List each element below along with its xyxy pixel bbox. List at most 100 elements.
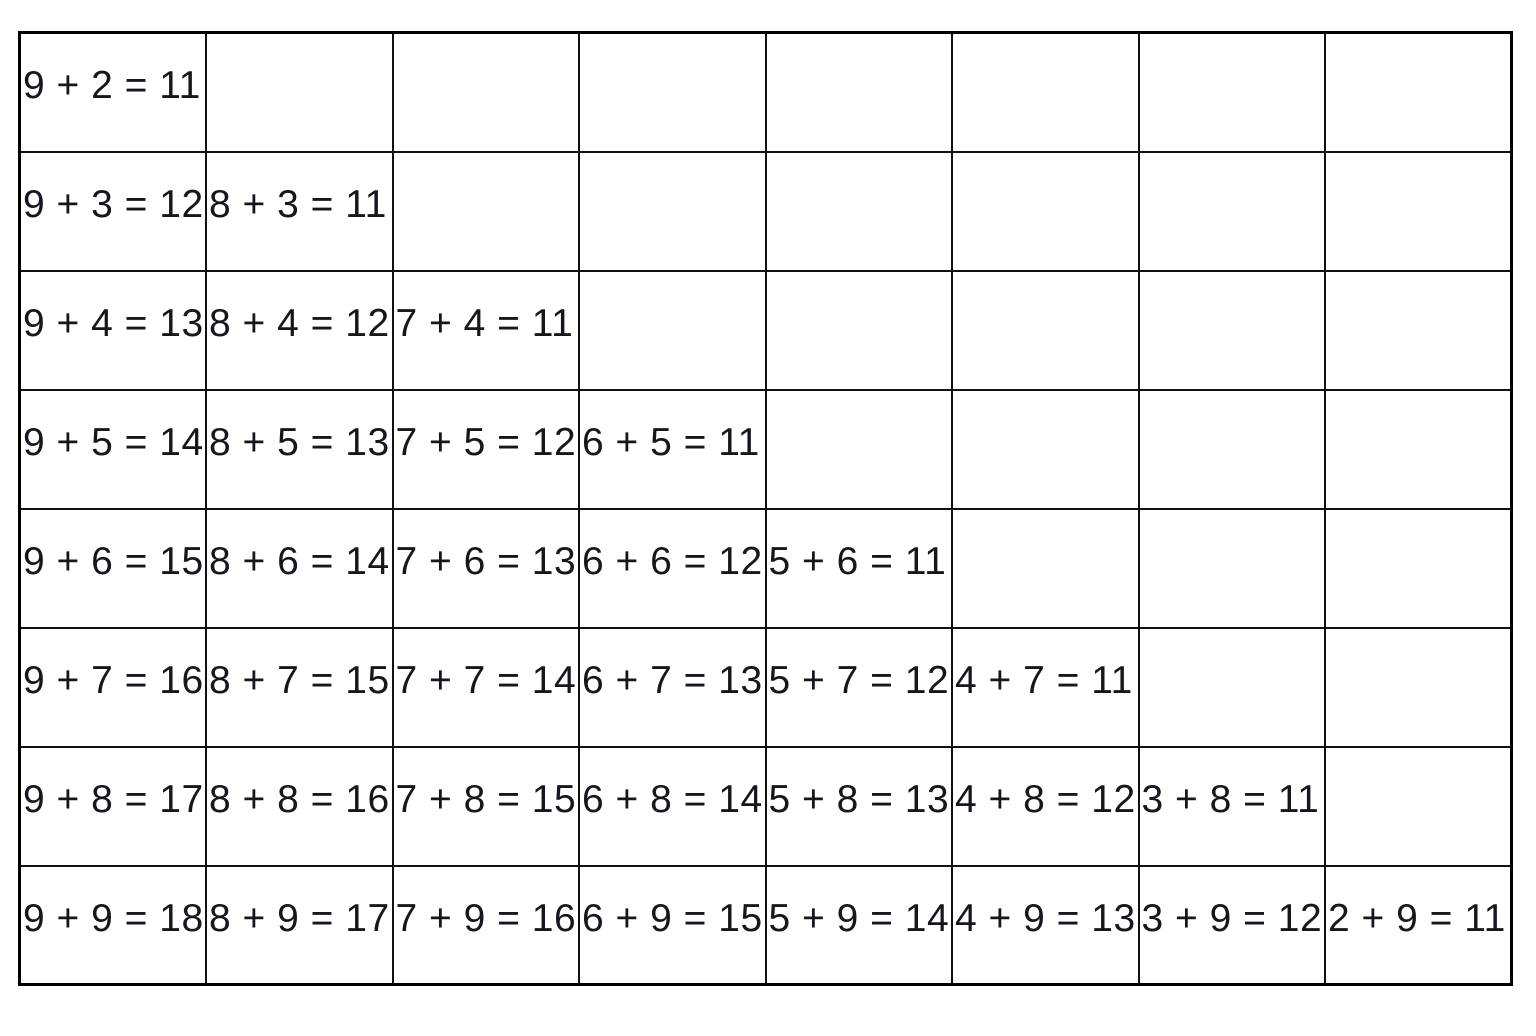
fact-cell-r5c5[interactable]: 5 + 6 = 11 bbox=[764, 507, 953, 629]
fact-cell-r3c5[interactable] bbox=[764, 269, 953, 391]
fact-cell-r3c6[interactable] bbox=[951, 269, 1140, 391]
fact-text: 7 + 9 = 16 bbox=[395, 896, 577, 940]
fact-cell-r4c7[interactable] bbox=[1137, 388, 1326, 510]
fact-cell-r2c3[interactable] bbox=[391, 150, 580, 272]
fact-text: 8 + 4 = 12 bbox=[209, 301, 390, 345]
fact-text: 3 + 9 = 12 bbox=[1141, 896, 1323, 940]
fact-text: 7 + 5 = 12 bbox=[395, 420, 577, 464]
fact-cell-r2c7[interactable] bbox=[1137, 150, 1326, 272]
fact-text: 6 + 6 = 12 bbox=[582, 539, 763, 583]
fact-cell-r6c5[interactable]: 5 + 7 = 12 bbox=[764, 626, 953, 748]
fact-text: 2 + 9 = 11 bbox=[1328, 896, 1506, 940]
fact-cell-r4c4[interactable]: 6 + 5 = 11 bbox=[578, 388, 767, 510]
fact-cell-r4c2[interactable]: 8 + 5 = 13 bbox=[205, 388, 394, 510]
fact-cell-r3c2[interactable]: 8 + 4 = 12 bbox=[205, 269, 394, 391]
fact-cell-r2c5[interactable] bbox=[764, 150, 953, 272]
fact-cell-r5c4[interactable]: 6 + 6 = 12 bbox=[578, 507, 767, 629]
addition-facts-grid-body: 9 + 2 = 11 9 + 3 = 12 8 + 3 = 11 9 + 4 =… bbox=[18, 31, 1513, 986]
fact-cell-r7c6[interactable]: 4 + 8 = 12 bbox=[951, 745, 1140, 867]
fact-cell-r1c1[interactable]: 9 + 2 = 11 bbox=[18, 31, 207, 153]
fact-cell-r4c8[interactable] bbox=[1324, 388, 1513, 510]
fact-cell-r2c8[interactable] bbox=[1324, 150, 1513, 272]
fact-cell-r2c4[interactable] bbox=[578, 150, 767, 272]
fact-text: 5 + 9 = 14 bbox=[768, 896, 950, 940]
fact-text: 9 + 7 = 16 bbox=[23, 658, 204, 702]
table-row: 9 + 7 = 16 8 + 7 = 15 7 + 7 = 14 6 + 7 =… bbox=[18, 626, 1513, 748]
fact-cell-r3c8[interactable] bbox=[1324, 269, 1513, 391]
fact-text: 9 + 8 = 17 bbox=[23, 777, 204, 821]
fact-cell-r3c1[interactable]: 9 + 4 = 13 bbox=[18, 269, 207, 391]
fact-cell-r6c4[interactable]: 6 + 7 = 13 bbox=[578, 626, 767, 748]
fact-cell-r4c1[interactable]: 9 + 5 = 14 bbox=[18, 388, 207, 510]
fact-text: 4 + 9 = 13 bbox=[955, 896, 1136, 940]
fact-cell-r8c4[interactable]: 6 + 9 = 15 bbox=[578, 864, 767, 986]
fact-cell-r3c4[interactable] bbox=[578, 269, 767, 391]
fact-cell-r5c6[interactable] bbox=[951, 507, 1140, 629]
fact-text: 8 + 7 = 15 bbox=[209, 658, 390, 702]
fact-cell-r5c3[interactable]: 7 + 6 = 13 bbox=[391, 507, 580, 629]
fact-cell-r7c5[interactable]: 5 + 8 = 13 bbox=[764, 745, 953, 867]
fact-cell-r8c8[interactable]: 2 + 9 = 11 bbox=[1324, 864, 1513, 986]
table-row: 9 + 8 = 17 8 + 8 = 16 7 + 8 = 15 6 + 8 =… bbox=[18, 745, 1513, 867]
fact-text: 8 + 9 = 17 bbox=[209, 896, 390, 940]
fact-text: 7 + 7 = 14 bbox=[395, 658, 577, 702]
fact-cell-r7c2[interactable]: 8 + 8 = 16 bbox=[205, 745, 394, 867]
fact-cell-r8c2[interactable]: 8 + 9 = 17 bbox=[205, 864, 394, 986]
fact-cell-r1c2[interactable] bbox=[205, 31, 394, 153]
fact-cell-r7c1[interactable]: 9 + 8 = 17 bbox=[18, 745, 207, 867]
table-row: 9 + 6 = 15 8 + 6 = 14 7 + 6 = 13 6 + 6 =… bbox=[18, 507, 1513, 629]
fact-text: 4 + 8 = 12 bbox=[955, 777, 1136, 821]
fact-text: 9 + 9 = 18 bbox=[23, 896, 204, 940]
fact-cell-r1c6[interactable] bbox=[951, 31, 1140, 153]
fact-cell-r5c8[interactable] bbox=[1324, 507, 1513, 629]
table-row: 9 + 5 = 14 8 + 5 = 13 7 + 5 = 12 6 + 5 =… bbox=[18, 388, 1513, 510]
fact-text: 7 + 4 = 11 bbox=[395, 301, 574, 345]
fact-text: 7 + 8 = 15 bbox=[395, 777, 577, 821]
fact-text: 8 + 6 = 14 bbox=[209, 539, 390, 583]
fact-cell-r2c2[interactable]: 8 + 3 = 11 bbox=[205, 150, 394, 272]
fact-text: 8 + 3 = 11 bbox=[209, 182, 387, 226]
fact-cell-r3c7[interactable] bbox=[1137, 269, 1326, 391]
table-row: 9 + 2 = 11 bbox=[18, 31, 1513, 153]
fact-text: 9 + 4 = 13 bbox=[23, 301, 204, 345]
fact-cell-r1c8[interactable] bbox=[1324, 31, 1513, 153]
fact-text: 5 + 6 = 11 bbox=[768, 539, 947, 583]
fact-text: 9 + 6 = 15 bbox=[23, 539, 204, 583]
table-row: 9 + 4 = 13 8 + 4 = 12 7 + 4 = 11 bbox=[18, 269, 1513, 391]
fact-cell-r4c3[interactable]: 7 + 5 = 12 bbox=[391, 388, 580, 510]
fact-cell-r7c4[interactable]: 6 + 8 = 14 bbox=[578, 745, 767, 867]
fact-cell-r4c5[interactable] bbox=[764, 388, 953, 510]
fact-text: 5 + 8 = 13 bbox=[768, 777, 950, 821]
fact-cell-r8c7[interactable]: 3 + 9 = 12 bbox=[1137, 864, 1326, 986]
fact-cell-r8c3[interactable]: 7 + 9 = 16 bbox=[391, 864, 580, 986]
fact-cell-r7c3[interactable]: 7 + 8 = 15 bbox=[391, 745, 580, 867]
fact-cell-r1c3[interactable] bbox=[391, 31, 580, 153]
fact-cell-r6c6[interactable]: 4 + 7 = 11 bbox=[951, 626, 1140, 748]
fact-cell-r5c7[interactable] bbox=[1137, 507, 1326, 629]
table-row: 9 + 9 = 18 8 + 9 = 17 7 + 9 = 16 6 + 9 =… bbox=[18, 864, 1513, 986]
footer-caption bbox=[0, 1026, 1536, 1036]
fact-cell-r6c2[interactable]: 8 + 7 = 15 bbox=[205, 626, 394, 748]
fact-cell-r3c3[interactable]: 7 + 4 = 11 bbox=[391, 269, 580, 391]
fact-cell-r6c3[interactable]: 7 + 7 = 14 bbox=[391, 626, 580, 748]
fact-cell-r5c1[interactable]: 9 + 6 = 15 bbox=[18, 507, 207, 629]
fact-cell-r8c5[interactable]: 5 + 9 = 14 bbox=[764, 864, 953, 986]
fact-cell-r6c8[interactable] bbox=[1324, 626, 1513, 748]
fact-cell-r1c7[interactable] bbox=[1137, 31, 1326, 153]
fact-cell-r8c1[interactable]: 9 + 9 = 18 bbox=[18, 864, 207, 986]
fact-cell-r2c1[interactable]: 9 + 3 = 12 bbox=[18, 150, 207, 272]
fact-cell-r1c5[interactable] bbox=[764, 31, 953, 153]
fact-cell-r1c4[interactable] bbox=[578, 31, 767, 153]
fact-cell-r6c1[interactable]: 9 + 7 = 16 bbox=[18, 626, 207, 748]
fact-cell-r7c8[interactable] bbox=[1324, 745, 1513, 867]
fact-cell-r7c7[interactable]: 3 + 8 = 11 bbox=[1137, 745, 1326, 867]
fact-cell-r5c2[interactable]: 8 + 6 = 14 bbox=[205, 507, 394, 629]
fact-cell-r2c6[interactable] bbox=[951, 150, 1140, 272]
fact-text: 4 + 7 = 11 bbox=[955, 658, 1133, 702]
fact-cell-r4c6[interactable] bbox=[951, 388, 1140, 510]
worksheet-page: 9 + 2 = 11 9 + 3 = 12 8 + 3 = 11 9 + 4 =… bbox=[0, 0, 1536, 1036]
fact-text: 9 + 5 = 14 bbox=[23, 420, 204, 464]
fact-cell-r8c6[interactable]: 4 + 9 = 13 bbox=[951, 864, 1140, 986]
addition-facts-grid: 9 + 2 = 11 9 + 3 = 12 8 + 3 = 11 9 + 4 =… bbox=[18, 31, 1513, 986]
fact-cell-r6c7[interactable] bbox=[1137, 626, 1326, 748]
